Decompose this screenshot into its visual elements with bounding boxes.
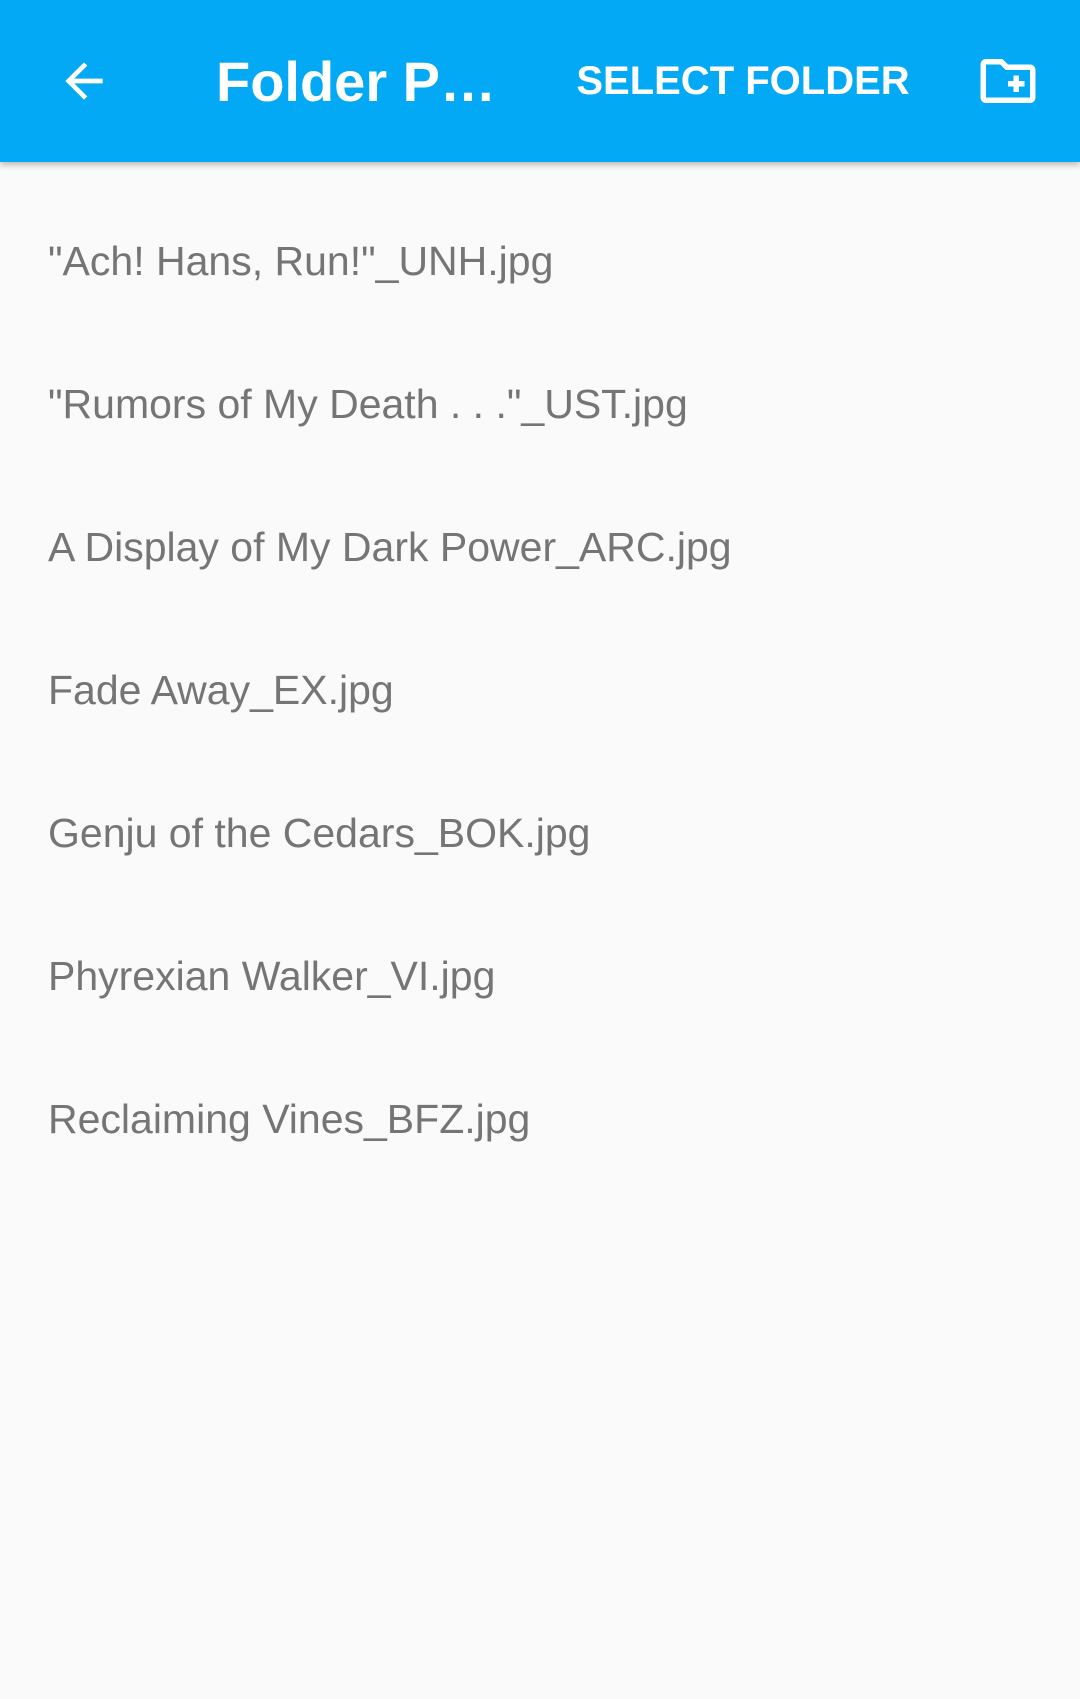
- file-name: Genju of the Cedars_BOK.jpg: [48, 810, 591, 856]
- arrow-back-icon: [65, 62, 103, 100]
- create-new-folder-icon: [980, 59, 1036, 103]
- new-folder-button[interactable]: [960, 33, 1056, 129]
- file-list-item[interactable]: "Rumors of My Death . . ."_UST.jpg: [0, 333, 1080, 476]
- file-list: "Ach! Hans, Run!"_UNH.jpg "Rumors of My …: [0, 190, 1080, 1191]
- file-list-item[interactable]: "Ach! Hans, Run!"_UNH.jpg: [0, 190, 1080, 333]
- file-name: Reclaiming Vines_BFZ.jpg: [48, 1096, 531, 1142]
- file-name: "Ach! Hans, Run!"_UNH.jpg: [48, 238, 554, 284]
- file-list-item[interactable]: Fade Away_EX.jpg: [0, 619, 1080, 762]
- file-list-item[interactable]: Reclaiming Vines_BFZ.jpg: [0, 1048, 1080, 1191]
- file-name: A Display of My Dark Power_ARC.jpg: [48, 524, 732, 570]
- file-list-item[interactable]: Genju of the Cedars_BOK.jpg: [0, 762, 1080, 905]
- file-name: Phyrexian Walker_VI.jpg: [48, 953, 496, 999]
- file-list-item[interactable]: Phyrexian Walker_VI.jpg: [0, 905, 1080, 1048]
- app-bar: Folder Pi… SELECT FOLDER: [0, 0, 1080, 162]
- file-name: "Rumors of My Death . . ."_UST.jpg: [48, 381, 688, 427]
- page-title: Folder Pi…: [216, 50, 506, 113]
- file-list-item[interactable]: A Display of My Dark Power_ARC.jpg: [0, 476, 1080, 619]
- select-folder-button[interactable]: SELECT FOLDER: [570, 45, 916, 117]
- file-name: Fade Away_EX.jpg: [48, 667, 394, 713]
- back-button[interactable]: [36, 33, 132, 129]
